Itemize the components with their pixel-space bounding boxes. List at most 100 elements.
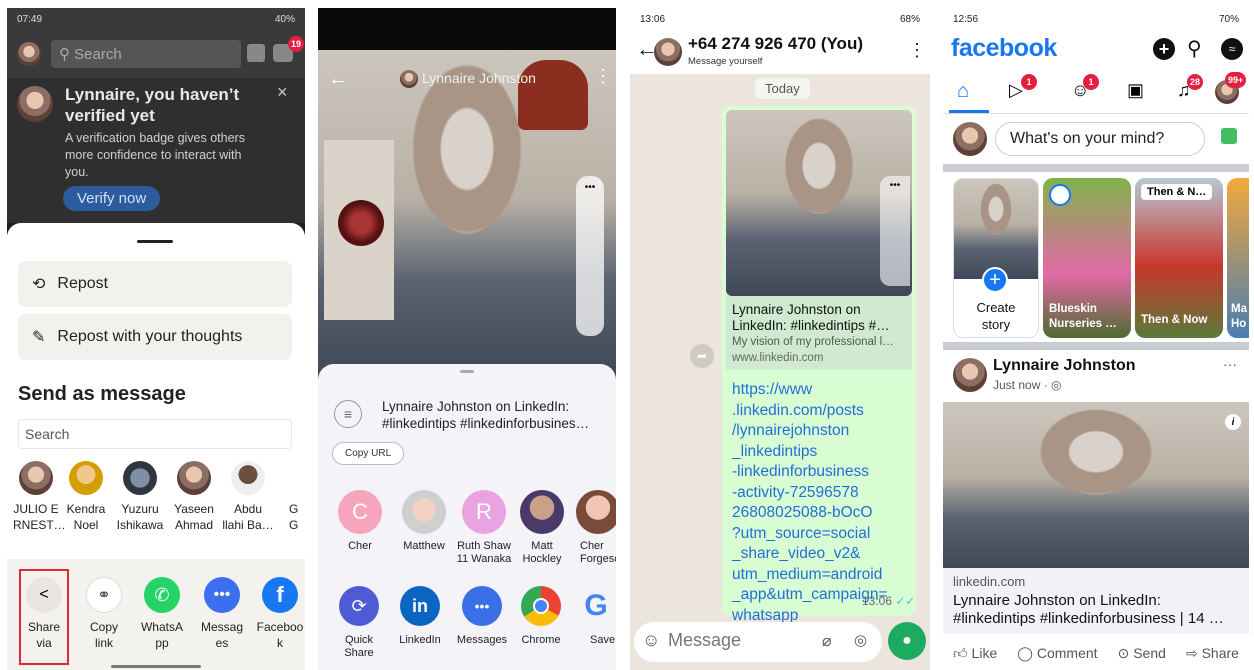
quick-share-button[interactable]: ⟳ Quick Share	[334, 586, 384, 660]
video-badge: 1	[1021, 74, 1037, 90]
chrome-icon	[521, 586, 561, 626]
chrome-button[interactable]: Chrome	[516, 586, 566, 647]
close-icon[interactable]: ×	[277, 82, 288, 103]
profile-avatar[interactable]	[17, 42, 41, 66]
whatsapp-icon: ✆	[144, 577, 180, 613]
quick-share-icon: ⟳	[339, 586, 379, 626]
verify-body: A verification badge gives others more c…	[65, 131, 245, 179]
contact-name[interactable]: +64 274 926 470 (You)	[688, 34, 863, 54]
google-save-button[interactable]: G Save	[576, 586, 616, 647]
video-frame	[318, 50, 616, 380]
message-placeholder: Message	[668, 630, 742, 650]
linkedin-button[interactable]: in LinkedIn	[394, 586, 446, 647]
share-via-button[interactable]: < Share via	[19, 569, 69, 665]
url-text[interactable]: https://www .linkedin.com/posts/lynnairej…	[732, 380, 912, 626]
back-arrow-icon[interactable]: ←	[328, 68, 348, 91]
message-search-input[interactable]: Search	[18, 419, 292, 449]
url-line[interactable]: _linkedintips	[732, 442, 912, 463]
contact-item[interactable]: Yaseen Ahmad	[169, 461, 219, 533]
photo-icon[interactable]	[1221, 128, 1237, 144]
contact-item[interactable]: R Ruth Shaw 11 Wanaka	[452, 490, 516, 566]
mic-icon[interactable]: ●	[888, 622, 926, 660]
message-input[interactable]: ☺ Message ⌀ ◎	[634, 622, 882, 662]
read-receipt-icon: ✓✓	[895, 594, 916, 608]
contact-item[interactable]: JULIO E RNEST…	[13, 461, 66, 533]
url-line[interactable]: /lynnairejohnston	[732, 421, 912, 442]
url-line[interactable]: .linkedin.com/posts	[732, 401, 912, 422]
whatsapp-button[interactable]: ✆ WhatsA pp	[137, 569, 187, 651]
url-line[interactable]: utm_medium=android	[732, 565, 912, 586]
copy-link-button[interactable]: ⚭ Copy link	[79, 569, 129, 651]
more-horizontal-icon[interactable]: •••	[585, 182, 596, 193]
send-button[interactable]: ⊙ Send	[1118, 645, 1166, 662]
link-title: Lynnaire Johnston on LinkedIn: #linkedin…	[732, 302, 890, 333]
contact-subtitle: Message yourself	[688, 56, 763, 67]
url-line[interactable]: ?utm_source=social	[732, 524, 912, 545]
contact-item[interactable]: Yuzuru Ishikawa	[113, 461, 167, 533]
facebook-icon: f	[262, 577, 298, 613]
url-line[interactable]: https://www	[732, 380, 912, 401]
link-card[interactable]: linkedin.com Lynnaire Johnston on Linked…	[943, 568, 1249, 634]
like-button[interactable]: 👍︎ Like	[953, 645, 997, 662]
camera-icon[interactable]: ◎	[854, 631, 867, 649]
contact-item[interactable]: Cher Forgesc	[574, 490, 616, 566]
contact-avatar[interactable]	[654, 38, 682, 66]
url-line[interactable]: -linkedinforbusiness	[732, 462, 912, 483]
repost-thoughts-label: Repost with your thoughts	[57, 328, 243, 345]
contact-item[interactable]: GG	[289, 461, 305, 533]
messages-button[interactable]: ••• Messages	[197, 569, 247, 651]
contact-item[interactable]: C Cher	[336, 490, 384, 553]
info-icon[interactable]: i	[1225, 414, 1241, 430]
whats-on-mind-input[interactable]: What's on your mind?	[995, 122, 1205, 156]
create-icon[interactable]: +	[1153, 38, 1175, 60]
link-preview[interactable]: Lynnaire Johnston on LinkedIn: #linkedin…	[726, 296, 912, 370]
contact-item[interactable]: Matthew	[396, 490, 452, 553]
story-top-label: Then & N…	[1141, 184, 1213, 200]
more-options-icon[interactable]: ⋮	[594, 66, 612, 87]
story-card[interactable]: Ma Ho	[1227, 178, 1249, 338]
messages-button[interactable]: ••• Messages	[452, 586, 512, 647]
post-more-icon[interactable]: ···	[1223, 356, 1237, 372]
post-image[interactable]	[943, 402, 1249, 568]
verify-title: Lynnaire, you haven’t verified yet	[65, 85, 240, 125]
post-author-avatar[interactable]	[953, 358, 987, 392]
contact-item[interactable]: Abdu llahi Ba…	[221, 461, 275, 533]
messenger-icon[interactable]: ≈	[1221, 38, 1243, 60]
share-sheet: ⟲ Repost ✎ Repost with your thoughts Send …	[7, 223, 305, 670]
create-story-card[interactable]: + Create story	[953, 178, 1039, 338]
url-line[interactable]: _share_video_v2&	[732, 544, 912, 565]
repost-button[interactable]: ⟲ Repost	[18, 261, 292, 307]
sheet-handle[interactable]	[137, 240, 173, 243]
side-controls[interactable]: •••	[576, 176, 604, 336]
url-line[interactable]: 26808025088-bOcO	[732, 503, 912, 524]
contact-item[interactable]: Kendra Noel	[63, 461, 109, 533]
story-card[interactable]: Blueskin Nurseries …	[1043, 178, 1131, 338]
emoji-icon[interactable]: ☺	[642, 630, 660, 651]
attach-icon[interactable]: ⌀	[822, 631, 832, 651]
copy-url-button[interactable]: Copy URL	[332, 442, 405, 465]
story-card[interactable]: Then & N… Then & Now	[1135, 178, 1223, 338]
url-line[interactable]: -activity-72596578	[732, 483, 912, 504]
comment-button[interactable]: ◯ Comment	[1017, 645, 1097, 662]
globe-icon: ◎	[1051, 378, 1062, 392]
share-button[interactable]: ⇨ Share	[1186, 645, 1239, 662]
repost-thoughts-button[interactable]: ✎ Repost with your thoughts	[18, 314, 292, 360]
more-options-icon[interactable]: ⋮	[908, 40, 926, 61]
user-avatar[interactable]	[953, 122, 987, 156]
messages-icon: •••	[462, 586, 502, 626]
contact-item[interactable]: Matt Hockley	[514, 490, 570, 566]
send-as-message-heading: Send as message	[18, 383, 186, 405]
sheet-handle[interactable]	[460, 370, 474, 373]
search-bar[interactable]: ⚲ Search	[51, 40, 241, 68]
home-icon[interactable]: ⌂	[957, 80, 969, 103]
add-post-icon[interactable]	[247, 44, 265, 62]
marketplace-icon[interactable]: ▣	[1127, 80, 1144, 101]
post-author-name[interactable]: Lynnaire Johnston	[993, 357, 1136, 375]
search-icon[interactable]: ⚲	[1187, 36, 1202, 61]
forward-icon[interactable]: ➦	[690, 344, 714, 368]
facebook-button[interactable]: f Faceboo k	[255, 569, 305, 651]
verify-now-button[interactable]: Verify now	[63, 186, 161, 211]
panel-linkedin-share: 07:49 40% ⚲ Search 19 Lynnaire, you have…	[7, 8, 305, 670]
link-description: My vision of my professional l…	[732, 336, 894, 348]
message-bubble[interactable]: ••• Lynnaire Johnston on LinkedIn: #link…	[722, 106, 916, 624]
